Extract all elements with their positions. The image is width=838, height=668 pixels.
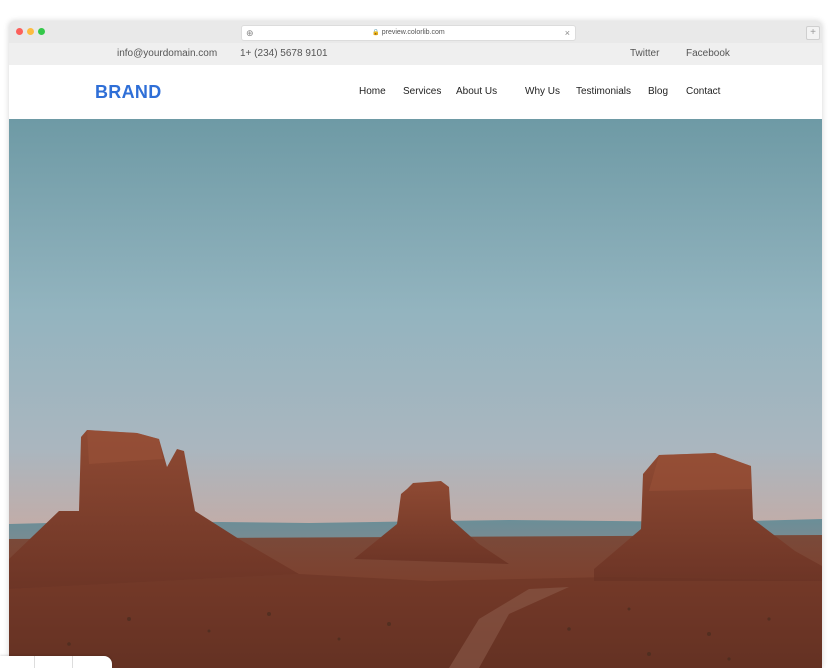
maximize-window-button[interactable] [38, 28, 45, 35]
nav-blog[interactable]: Blog [648, 65, 668, 119]
twitter-link[interactable]: Twitter [630, 43, 659, 65]
address-bar[interactable]: ⊕ 🔒 preview.colorlib.com × [241, 25, 576, 41]
bottom-tab-strip [0, 656, 112, 668]
hero-image [9, 119, 822, 668]
top-info-bar: info@yourdomain.com 1+ (234) 5678 9101 T… [9, 43, 822, 65]
tab-divider [34, 656, 35, 668]
minimize-window-button[interactable] [27, 28, 34, 35]
nav-contact[interactable]: Contact [686, 65, 720, 119]
facebook-link[interactable]: Facebook [686, 43, 730, 65]
url-text: preview.colorlib.com [381, 29, 445, 36]
nav-testimonials[interactable]: Testimonials [576, 65, 631, 119]
close-window-button[interactable] [16, 28, 23, 35]
nav-why-us[interactable]: Why Us [525, 65, 560, 119]
contact-phone[interactable]: 1+ (234) 5678 9101 [240, 43, 328, 65]
browser-titlebar: ⊕ 🔒 preview.colorlib.com × + [9, 21, 822, 44]
desert-landscape-illustration [9, 119, 822, 668]
clear-url-icon[interactable]: × [565, 26, 570, 40]
contact-email[interactable]: info@yourdomain.com [117, 43, 217, 65]
site-header: BRAND Home Services About Us Why Us Test… [9, 65, 822, 119]
nav-about-us[interactable]: About Us [456, 65, 497, 119]
lock-icon: 🔒 [372, 30, 380, 36]
tab-divider [72, 656, 73, 668]
main-nav: Home Services About Us Why Us Testimonia… [9, 65, 822, 119]
nav-services[interactable]: Services [403, 65, 441, 119]
nav-home[interactable]: Home [359, 65, 386, 119]
browser-window: ⊕ 🔒 preview.colorlib.com × + info@yourdom… [9, 21, 822, 668]
new-tab-button[interactable]: + [806, 26, 820, 40]
